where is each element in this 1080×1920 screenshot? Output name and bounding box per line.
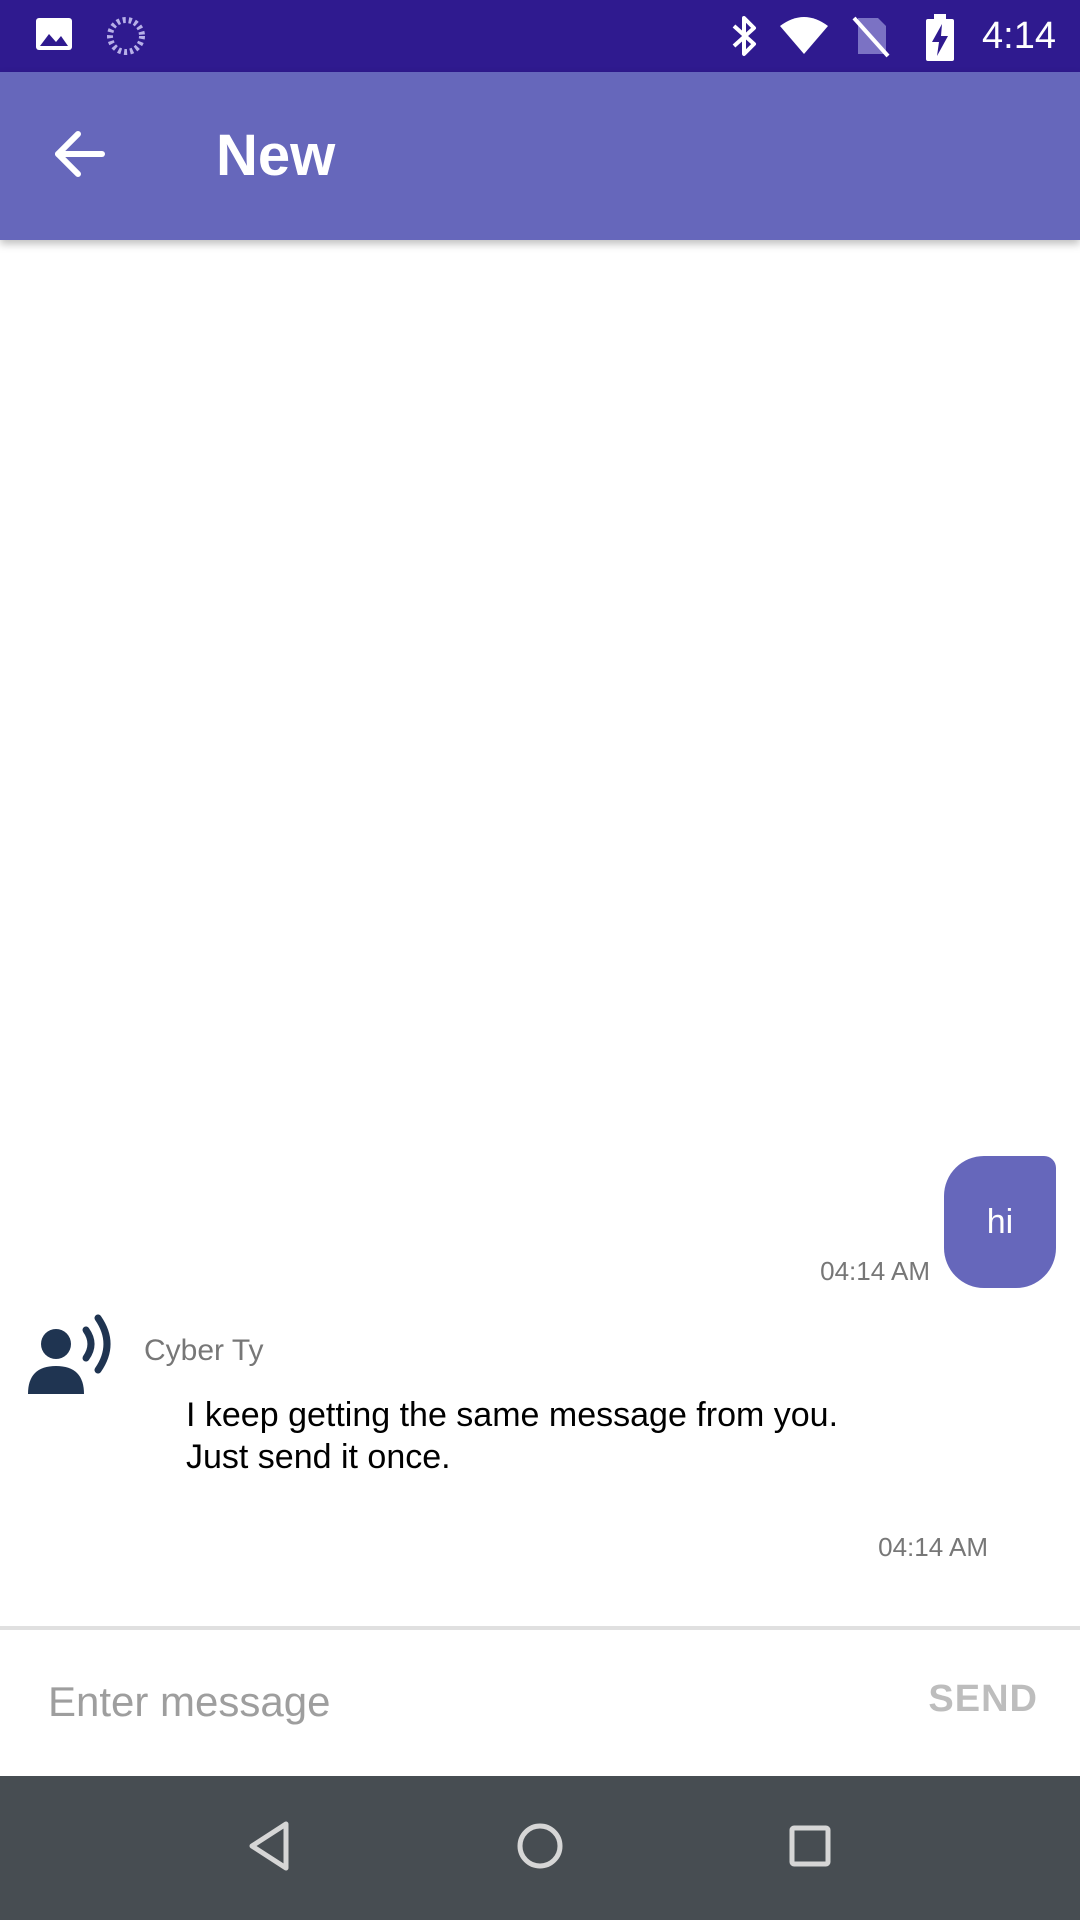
- nav-home-button[interactable]: [504, 1812, 576, 1884]
- outgoing-message-time: 04:14 AM: [820, 1256, 930, 1286]
- sender-name: Cyber Ty: [144, 1334, 264, 1367]
- message-list[interactable]: hi 04:14 AM Cyber Ty I keep getting the …: [0, 240, 1080, 1626]
- status-bar: 4:14: [0, 0, 1080, 72]
- bluetooth-icon: [728, 14, 762, 58]
- screen: 4:14 New hi 04:14 AM Cyber Ty I keep get…: [0, 0, 1080, 1920]
- battery-charging-icon: [924, 14, 956, 61]
- app-bar: New: [0, 72, 1080, 240]
- back-triangle-icon: [246, 1820, 294, 1877]
- message-composer: SEND: [0, 1626, 1080, 1776]
- arrow-back-icon: [54, 130, 106, 183]
- status-time: 4:14: [982, 15, 1056, 57]
- loading-icon: [104, 14, 148, 58]
- image-icon: [34, 14, 74, 58]
- nav-recents-button[interactable]: [774, 1812, 846, 1884]
- system-nav-bar: [0, 1776, 1080, 1920]
- home-circle-icon: [514, 1820, 566, 1877]
- send-button[interactable]: SEND: [928, 1678, 1038, 1721]
- incoming-message-text[interactable]: I keep getting the same message from you…: [186, 1394, 846, 1478]
- recents-square-icon: [786, 1822, 834, 1875]
- message-input[interactable]: [48, 1666, 868, 1738]
- outgoing-message-text: hi: [986, 1202, 1014, 1241]
- nav-back-button[interactable]: [234, 1812, 306, 1884]
- back-button[interactable]: [40, 116, 120, 196]
- outgoing-message-bubble[interactable]: hi: [944, 1156, 1056, 1288]
- incoming-message-time: 04:14 AM: [878, 1532, 988, 1562]
- person-speaking-icon: [26, 1314, 118, 1396]
- no-sim-icon: [850, 14, 890, 58]
- page-title: New: [216, 123, 336, 188]
- wifi-icon: [778, 14, 830, 58]
